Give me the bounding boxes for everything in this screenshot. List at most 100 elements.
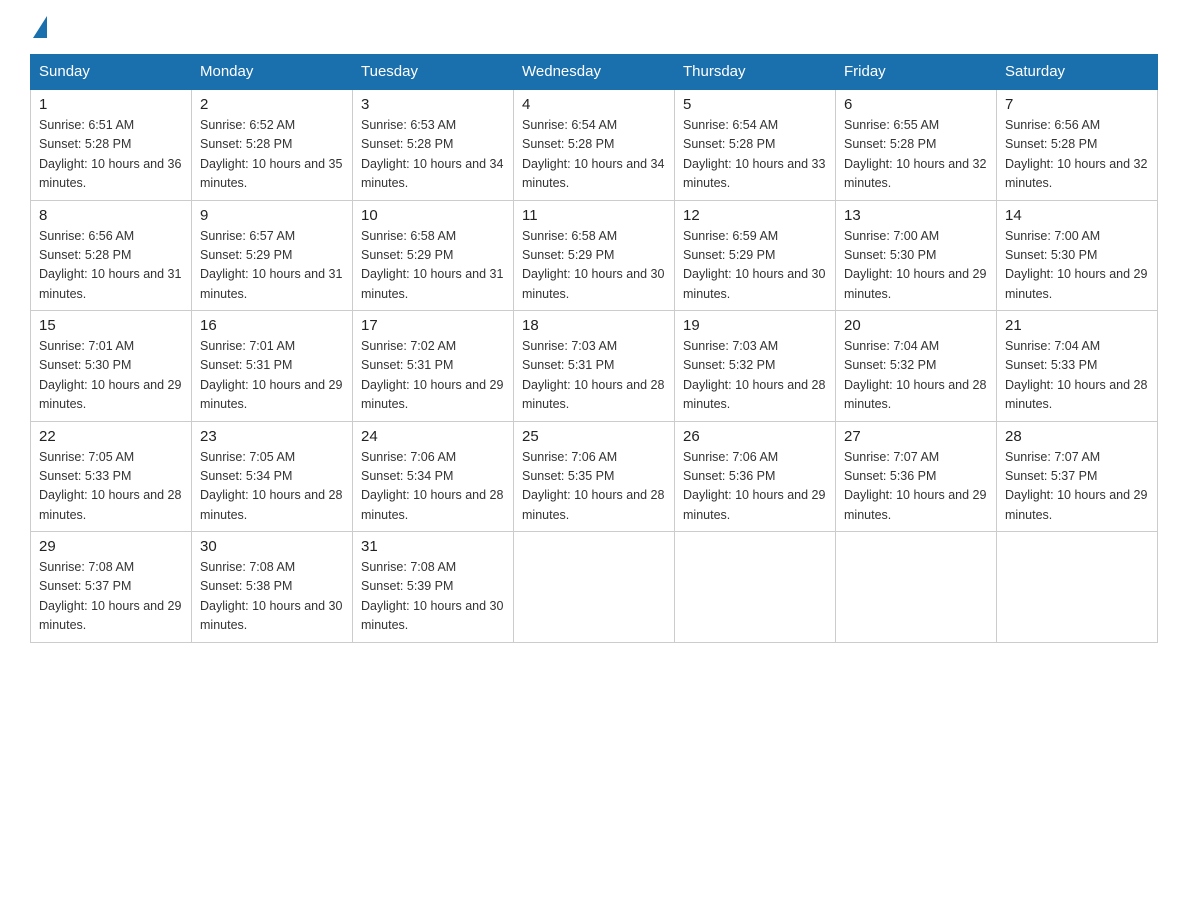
- day-number: 21: [1005, 317, 1149, 334]
- calendar-cell: 6 Sunrise: 6:55 AMSunset: 5:28 PMDayligh…: [836, 89, 997, 200]
- calendar-week-row: 15 Sunrise: 7:01 AMSunset: 5:30 PMDaylig…: [31, 311, 1158, 422]
- day-info: Sunrise: 7:05 AMSunset: 5:34 PMDaylight:…: [200, 448, 344, 526]
- calendar-cell: 26 Sunrise: 7:06 AMSunset: 5:36 PMDaylig…: [675, 421, 836, 532]
- day-info: Sunrise: 6:58 AMSunset: 5:29 PMDaylight:…: [522, 227, 666, 305]
- calendar-cell: 15 Sunrise: 7:01 AMSunset: 5:30 PMDaylig…: [31, 311, 192, 422]
- day-info: Sunrise: 6:53 AMSunset: 5:28 PMDaylight:…: [361, 116, 505, 194]
- calendar-cell: 7 Sunrise: 6:56 AMSunset: 5:28 PMDayligh…: [997, 89, 1158, 200]
- day-info: Sunrise: 6:59 AMSunset: 5:29 PMDaylight:…: [683, 227, 827, 305]
- day-info: Sunrise: 7:06 AMSunset: 5:34 PMDaylight:…: [361, 448, 505, 526]
- logo-triangle-icon: [33, 16, 47, 38]
- day-number: 17: [361, 317, 505, 334]
- day-number: 18: [522, 317, 666, 334]
- day-info: Sunrise: 7:01 AMSunset: 5:30 PMDaylight:…: [39, 337, 183, 415]
- day-info: Sunrise: 6:55 AMSunset: 5:28 PMDaylight:…: [844, 116, 988, 194]
- calendar-cell: 9 Sunrise: 6:57 AMSunset: 5:29 PMDayligh…: [192, 200, 353, 311]
- day-number: 12: [683, 207, 827, 224]
- calendar-cell: 10 Sunrise: 6:58 AMSunset: 5:29 PMDaylig…: [353, 200, 514, 311]
- day-number: 8: [39, 207, 183, 224]
- calendar-cell: 1 Sunrise: 6:51 AMSunset: 5:28 PMDayligh…: [31, 89, 192, 200]
- day-info: Sunrise: 6:56 AMSunset: 5:28 PMDaylight:…: [39, 227, 183, 305]
- day-number: 30: [200, 538, 344, 555]
- day-info: Sunrise: 7:06 AMSunset: 5:35 PMDaylight:…: [522, 448, 666, 526]
- logo: [30, 20, 47, 36]
- calendar-cell: 19 Sunrise: 7:03 AMSunset: 5:32 PMDaylig…: [675, 311, 836, 422]
- day-number: 15: [39, 317, 183, 334]
- calendar-cell: 18 Sunrise: 7:03 AMSunset: 5:31 PMDaylig…: [514, 311, 675, 422]
- day-number: 29: [39, 538, 183, 555]
- day-info: Sunrise: 6:56 AMSunset: 5:28 PMDaylight:…: [1005, 116, 1149, 194]
- calendar-table: SundayMondayTuesdayWednesdayThursdayFrid…: [30, 54, 1158, 643]
- calendar-cell: 14 Sunrise: 7:00 AMSunset: 5:30 PMDaylig…: [997, 200, 1158, 311]
- day-number: 5: [683, 96, 827, 113]
- calendar-cell: 24 Sunrise: 7:06 AMSunset: 5:34 PMDaylig…: [353, 421, 514, 532]
- day-number: 28: [1005, 428, 1149, 445]
- day-info: Sunrise: 7:00 AMSunset: 5:30 PMDaylight:…: [844, 227, 988, 305]
- day-number: 9: [200, 207, 344, 224]
- calendar-cell: 4 Sunrise: 6:54 AMSunset: 5:28 PMDayligh…: [514, 89, 675, 200]
- day-info: Sunrise: 6:54 AMSunset: 5:28 PMDaylight:…: [522, 116, 666, 194]
- header-saturday: Saturday: [997, 55, 1158, 90]
- day-info: Sunrise: 6:58 AMSunset: 5:29 PMDaylight:…: [361, 227, 505, 305]
- day-number: 2: [200, 96, 344, 113]
- calendar-week-row: 29 Sunrise: 7:08 AMSunset: 5:37 PMDaylig…: [31, 532, 1158, 643]
- calendar-week-row: 1 Sunrise: 6:51 AMSunset: 5:28 PMDayligh…: [31, 89, 1158, 200]
- calendar-cell: 5 Sunrise: 6:54 AMSunset: 5:28 PMDayligh…: [675, 89, 836, 200]
- day-info: Sunrise: 7:04 AMSunset: 5:32 PMDaylight:…: [844, 337, 988, 415]
- header-wednesday: Wednesday: [514, 55, 675, 90]
- calendar-cell: 25 Sunrise: 7:06 AMSunset: 5:35 PMDaylig…: [514, 421, 675, 532]
- calendar-week-row: 22 Sunrise: 7:05 AMSunset: 5:33 PMDaylig…: [31, 421, 1158, 532]
- calendar-header-row: SundayMondayTuesdayWednesdayThursdayFrid…: [31, 55, 1158, 90]
- day-number: 14: [1005, 207, 1149, 224]
- day-info: Sunrise: 7:05 AMSunset: 5:33 PMDaylight:…: [39, 448, 183, 526]
- day-info: Sunrise: 7:03 AMSunset: 5:31 PMDaylight:…: [522, 337, 666, 415]
- calendar-cell: 29 Sunrise: 7:08 AMSunset: 5:37 PMDaylig…: [31, 532, 192, 643]
- day-info: Sunrise: 7:02 AMSunset: 5:31 PMDaylight:…: [361, 337, 505, 415]
- day-number: 7: [1005, 96, 1149, 113]
- day-number: 4: [522, 96, 666, 113]
- day-number: 10: [361, 207, 505, 224]
- day-number: 3: [361, 96, 505, 113]
- day-number: 27: [844, 428, 988, 445]
- day-info: Sunrise: 6:54 AMSunset: 5:28 PMDaylight:…: [683, 116, 827, 194]
- header-friday: Friday: [836, 55, 997, 90]
- day-number: 26: [683, 428, 827, 445]
- day-number: 23: [200, 428, 344, 445]
- day-number: 1: [39, 96, 183, 113]
- day-info: Sunrise: 7:08 AMSunset: 5:38 PMDaylight:…: [200, 558, 344, 636]
- calendar-cell: [514, 532, 675, 643]
- day-info: Sunrise: 6:51 AMSunset: 5:28 PMDaylight:…: [39, 116, 183, 194]
- day-info: Sunrise: 6:52 AMSunset: 5:28 PMDaylight:…: [200, 116, 344, 194]
- day-number: 25: [522, 428, 666, 445]
- calendar-cell: 16 Sunrise: 7:01 AMSunset: 5:31 PMDaylig…: [192, 311, 353, 422]
- calendar-cell: 11 Sunrise: 6:58 AMSunset: 5:29 PMDaylig…: [514, 200, 675, 311]
- calendar-cell: 21 Sunrise: 7:04 AMSunset: 5:33 PMDaylig…: [997, 311, 1158, 422]
- day-info: Sunrise: 7:00 AMSunset: 5:30 PMDaylight:…: [1005, 227, 1149, 305]
- day-number: 20: [844, 317, 988, 334]
- calendar-cell: 3 Sunrise: 6:53 AMSunset: 5:28 PMDayligh…: [353, 89, 514, 200]
- calendar-cell: 13 Sunrise: 7:00 AMSunset: 5:30 PMDaylig…: [836, 200, 997, 311]
- header-thursday: Thursday: [675, 55, 836, 90]
- header-sunday: Sunday: [31, 55, 192, 90]
- day-info: Sunrise: 7:07 AMSunset: 5:37 PMDaylight:…: [1005, 448, 1149, 526]
- day-number: 19: [683, 317, 827, 334]
- day-number: 24: [361, 428, 505, 445]
- calendar-cell: 23 Sunrise: 7:05 AMSunset: 5:34 PMDaylig…: [192, 421, 353, 532]
- calendar-cell: 2 Sunrise: 6:52 AMSunset: 5:28 PMDayligh…: [192, 89, 353, 200]
- day-info: Sunrise: 7:01 AMSunset: 5:31 PMDaylight:…: [200, 337, 344, 415]
- calendar-cell: 8 Sunrise: 6:56 AMSunset: 5:28 PMDayligh…: [31, 200, 192, 311]
- calendar-cell: [675, 532, 836, 643]
- calendar-cell: 12 Sunrise: 6:59 AMSunset: 5:29 PMDaylig…: [675, 200, 836, 311]
- calendar-cell: 20 Sunrise: 7:04 AMSunset: 5:32 PMDaylig…: [836, 311, 997, 422]
- day-info: Sunrise: 7:03 AMSunset: 5:32 PMDaylight:…: [683, 337, 827, 415]
- day-number: 6: [844, 96, 988, 113]
- page-header: [30, 20, 1158, 36]
- day-info: Sunrise: 7:08 AMSunset: 5:37 PMDaylight:…: [39, 558, 183, 636]
- calendar-cell: 27 Sunrise: 7:07 AMSunset: 5:36 PMDaylig…: [836, 421, 997, 532]
- day-number: 13: [844, 207, 988, 224]
- day-number: 22: [39, 428, 183, 445]
- day-info: Sunrise: 6:57 AMSunset: 5:29 PMDaylight:…: [200, 227, 344, 305]
- calendar-cell: 31 Sunrise: 7:08 AMSunset: 5:39 PMDaylig…: [353, 532, 514, 643]
- header-monday: Monday: [192, 55, 353, 90]
- day-info: Sunrise: 7:06 AMSunset: 5:36 PMDaylight:…: [683, 448, 827, 526]
